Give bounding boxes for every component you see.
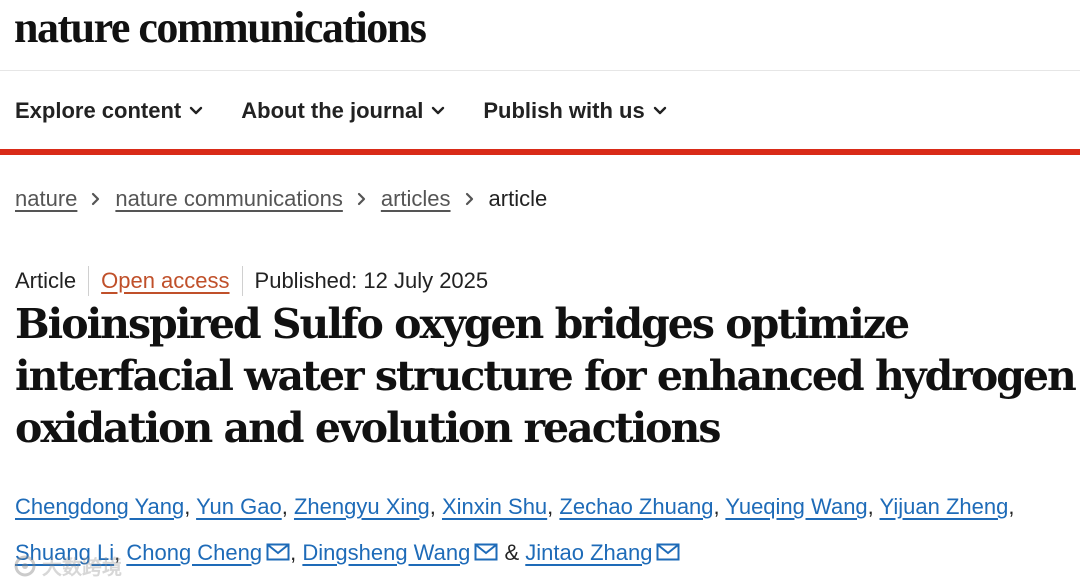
mail-icon[interactable] <box>656 543 680 561</box>
watermark-text: 大数跨境 <box>42 557 122 579</box>
chevron-down-icon <box>432 106 445 115</box>
breadcrumb-link-nature-communications[interactable]: nature communications <box>115 186 342 212</box>
nav-label: About the journal <box>241 98 424 123</box>
meta-divider <box>88 266 90 296</box>
author-link[interactable]: Yueqing Wang <box>725 494 867 519</box>
breadcrumb-link-nature[interactable]: nature <box>15 186 77 212</box>
open-access-link[interactable]: Open access <box>101 268 229 294</box>
author-list: Chengdong Yang, Yun Gao, Zhengyu Xing, X… <box>15 484 1075 576</box>
author-separator: , <box>429 494 436 519</box>
article-title: Bioinspired Sulfo oxygen bridges optimiz… <box>15 300 1077 452</box>
author-link[interactable]: Chong Cheng <box>126 540 262 565</box>
chevron-down-icon <box>190 106 203 115</box>
author-link[interactable]: Jintao Zhang <box>525 540 652 565</box>
nav-publish-with-us[interactable]: Publish with us <box>483 93 666 129</box>
author-separator: , <box>713 494 720 519</box>
chevron-right-icon <box>357 192 367 206</box>
author-link[interactable]: Dingsheng Wang <box>302 540 470 565</box>
author-conjunction: & <box>504 540 520 565</box>
author-separator: , <box>290 540 297 565</box>
nav-explore-content[interactable]: Explore content <box>15 93 203 129</box>
accent-bar <box>0 149 1080 155</box>
author-separator: , <box>281 494 288 519</box>
author-link[interactable]: Yijuan Zheng <box>880 494 1009 519</box>
mail-icon[interactable] <box>266 543 290 561</box>
author-link[interactable]: Xinxin Shu <box>442 494 547 519</box>
author-separator: , <box>867 494 874 519</box>
author-link[interactable]: Zechao Zhuang <box>559 494 713 519</box>
nav-label: Publish with us <box>483 98 645 123</box>
watermark: 大数跨境 <box>14 551 122 580</box>
mail-icon[interactable] <box>474 543 498 561</box>
chevron-right-icon <box>91 192 101 206</box>
chevron-down-icon <box>653 106 666 115</box>
breadcrumb: nature nature communications articles ar… <box>15 186 547 212</box>
nav-label: Explore content <box>15 98 182 123</box>
header-divider <box>0 70 1080 71</box>
nav-about-the-journal[interactable]: About the journal <box>241 93 445 129</box>
author-link[interactable]: Zhengyu Xing <box>294 494 430 519</box>
author-link[interactable]: Yun Gao <box>196 494 282 519</box>
article-type: Article <box>15 268 77 293</box>
meta-divider <box>241 266 243 296</box>
breadcrumb-current: article <box>488 186 548 211</box>
breadcrumb-link-articles[interactable]: articles <box>381 186 451 212</box>
author-separator: , <box>547 494 554 519</box>
chevron-right-icon <box>465 192 475 206</box>
site-logo[interactable]: nature communications <box>14 2 427 54</box>
author-separator: , <box>1008 494 1015 519</box>
logo-icon <box>14 555 36 576</box>
author-link[interactable]: Chengdong Yang <box>15 494 184 519</box>
author-separator: , <box>184 494 191 519</box>
main-nav: Explore content About the journal Publis… <box>15 93 667 129</box>
published-date: Published: 12 July 2025 <box>254 268 489 293</box>
article-meta: Article Open access Published: 12 July 2… <box>15 266 488 296</box>
